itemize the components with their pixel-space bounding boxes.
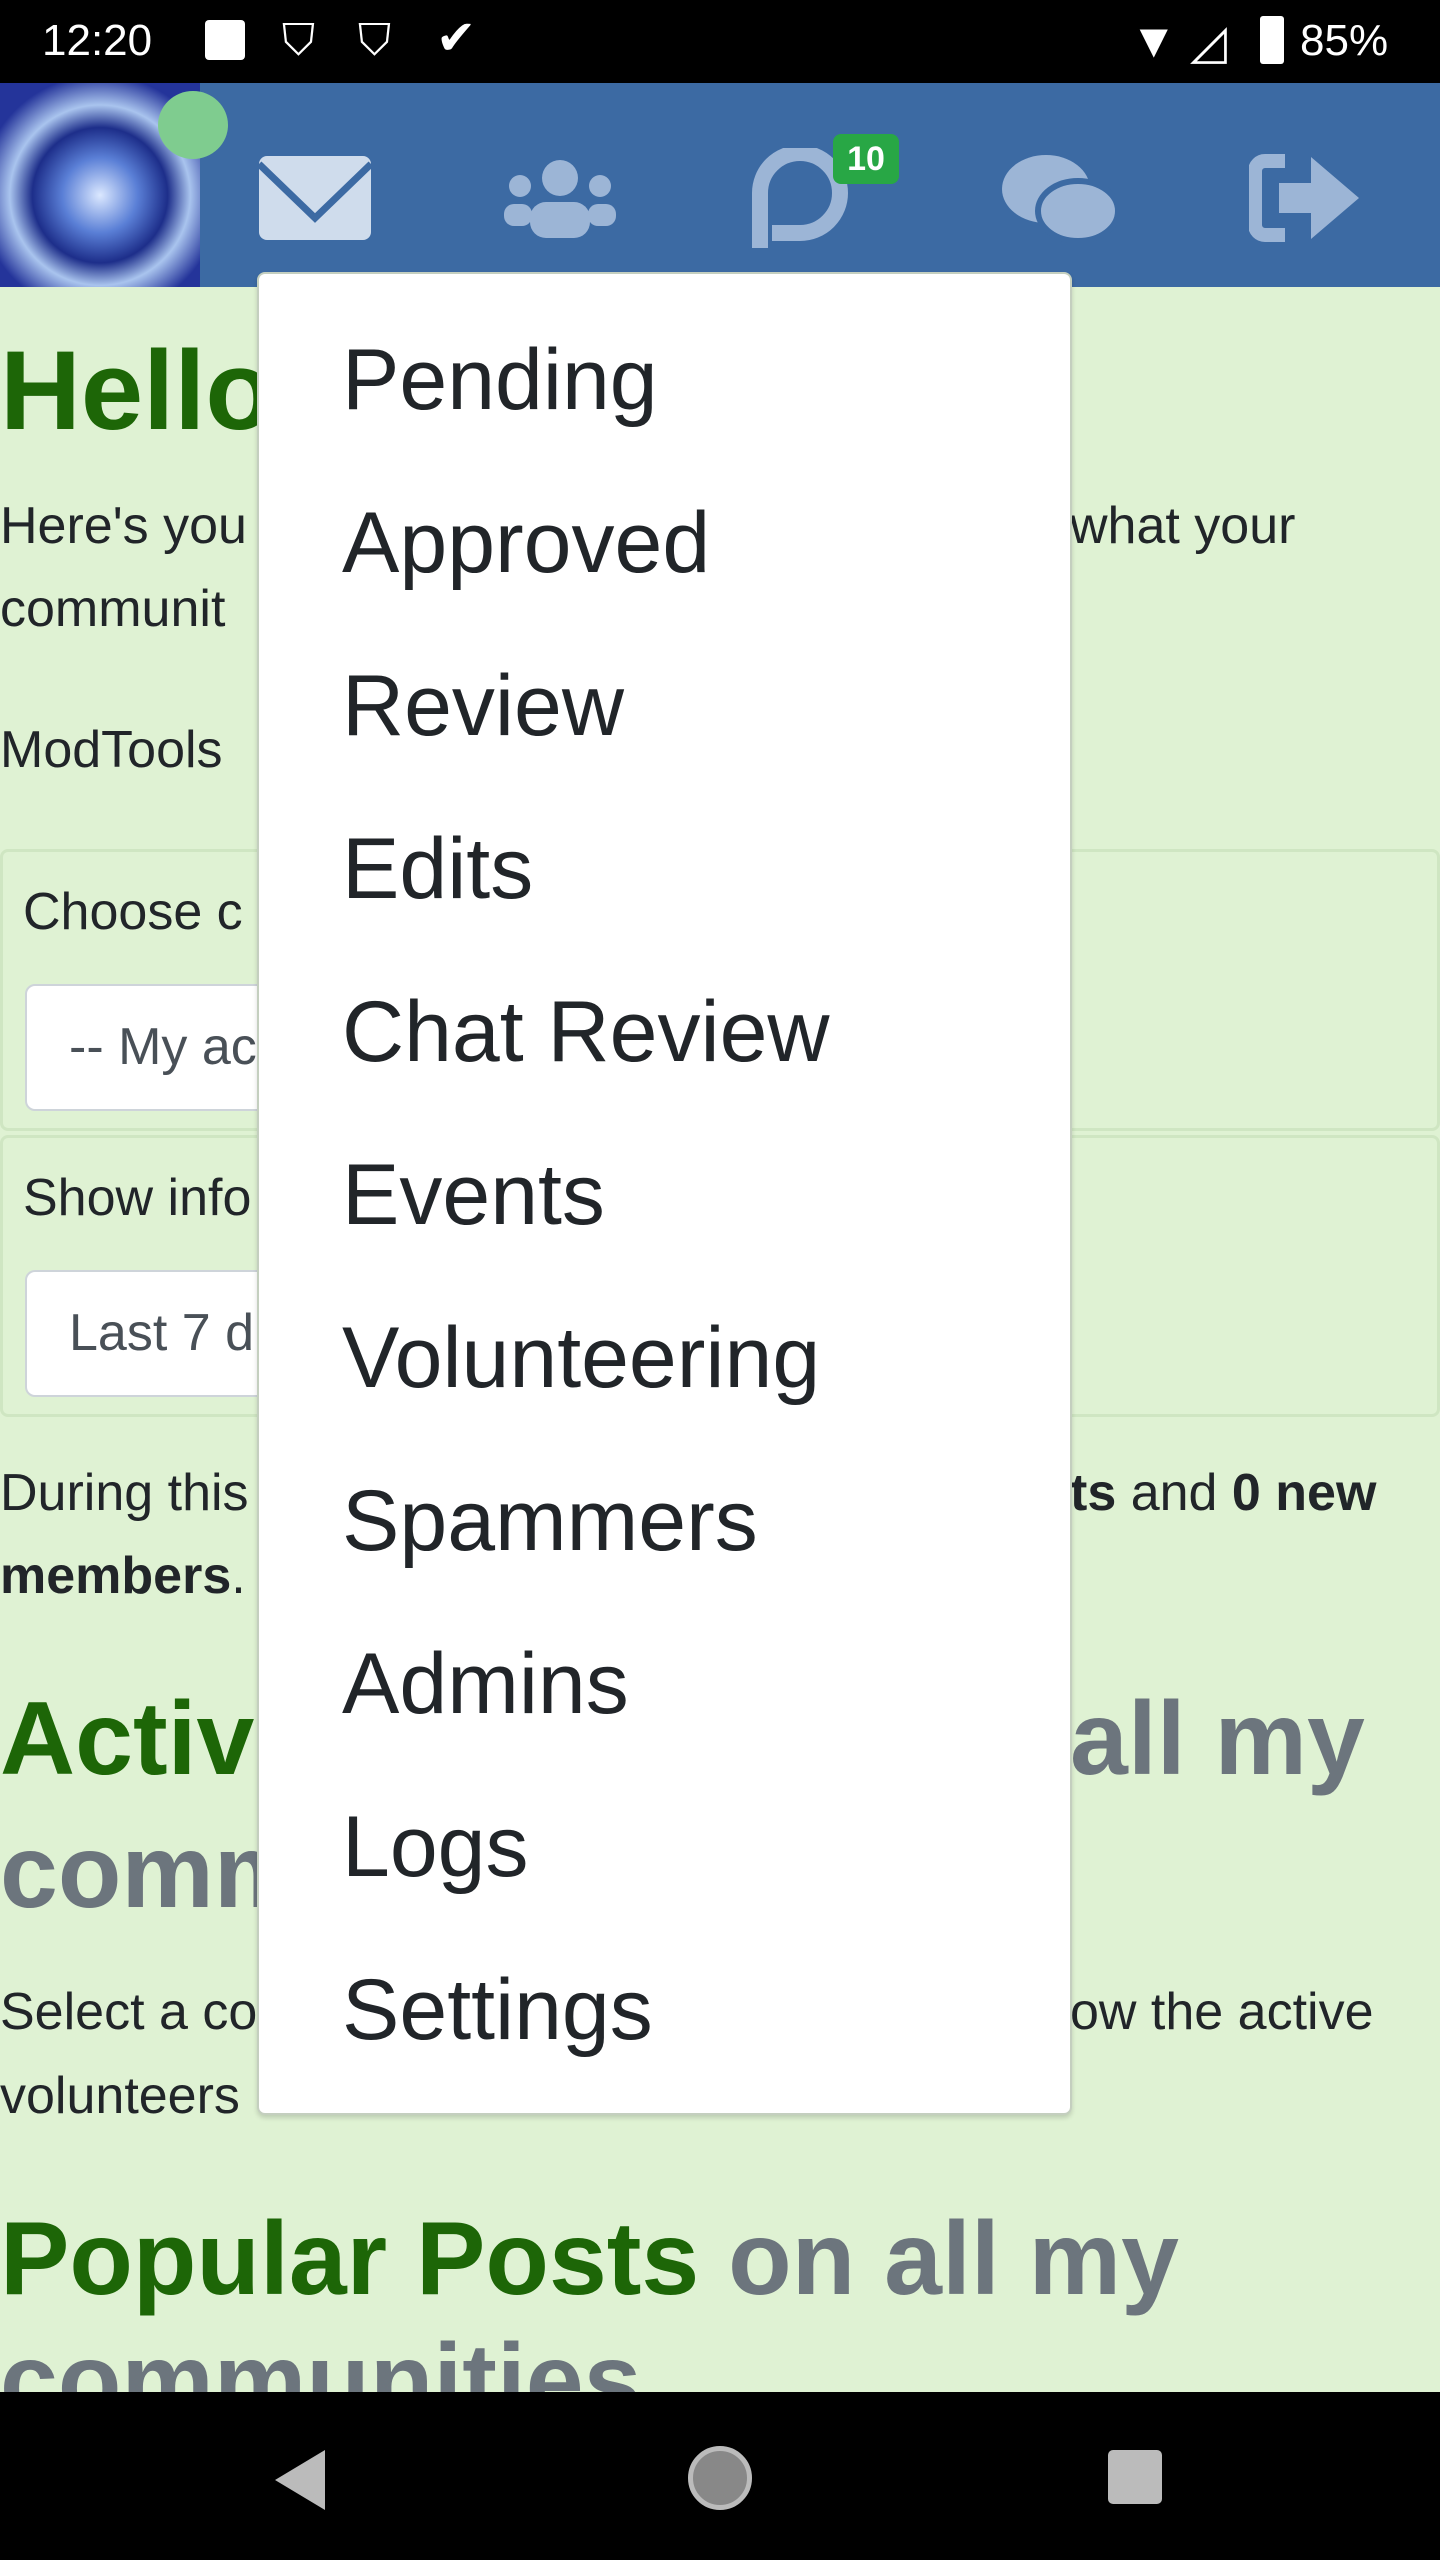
menu-item-approved[interactable]: Approved [342,462,710,625]
intro-text: what your [1070,497,1296,555]
battery-level: 85% [1300,16,1389,65]
active-volunteers-heading: Activ [0,1681,255,1797]
choose-community-label: Choose c [23,883,243,941]
intro-text: communit [0,580,226,638]
image-icon [205,20,245,60]
top-nav-bar: 10 [0,83,1440,287]
popular-posts-heading: Popular Posts on all my [0,2200,1179,2319]
battery-icon [1260,16,1284,64]
greeting-heading: Hello [0,328,274,453]
menu-item-admins[interactable]: Admins [342,1603,629,1766]
menu-item-settings[interactable]: Settings [342,1929,653,2092]
system-nav-bar [0,2392,1440,2560]
shield-alert-icon: ⛉ [358,16,391,65]
recents-icon[interactable] [1108,2450,1162,2504]
dropdown-menu: Pending Approved Review Edits Chat Revie… [257,272,1072,2115]
modtools-text: ModTools [0,721,223,779]
download-done-icon: ✔ [436,12,477,65]
menu-item-spammers[interactable]: Spammers [342,1440,758,1603]
menu-item-pending[interactable]: Pending [342,299,658,462]
back-icon[interactable] [275,2450,325,2510]
summary-and: and [1116,1464,1232,1522]
menu-item-logs[interactable]: Logs [342,1766,529,1929]
envelope-icon[interactable] [255,143,375,253]
clock: 12:20 [42,16,153,65]
show-info-label: Show info [23,1169,252,1227]
menu-item-chat-review[interactable]: Chat Review [342,951,830,1114]
summary-new-members: 0 new [1231,1464,1377,1522]
select-community-text: Select a co [0,1983,258,2041]
select-community-text: volunteers [0,2067,240,2125]
active-volunteers-heading: all my [1070,1681,1365,1797]
summary-members: members [0,1547,232,1605]
popular-posts-suffix: on all my [699,2201,1179,2317]
menu-item-events[interactable]: Events [342,1114,605,1277]
menu-item-edits[interactable]: Edits [342,788,533,951]
summary-text: ts and 0 new [1070,1463,1376,1523]
summary-bold: ts [1070,1464,1117,1522]
users-icon[interactable] [500,143,620,253]
chat-badge: 10 [833,134,899,184]
shield-alert-icon: ⛉ [282,16,315,65]
popular-posts-title: Popular Posts [0,2201,700,2317]
home-icon[interactable] [688,2446,752,2510]
summary-text: During this [0,1464,249,1522]
menu-item-volunteering[interactable]: Volunteering [342,1277,820,1440]
sign-out-icon[interactable] [1245,143,1365,253]
online-indicator [158,91,228,159]
summary-text: members. [0,1547,246,1605]
menu-item-review[interactable]: Review [342,625,624,788]
intro-text: Here's you [0,497,247,555]
status-bar: 12:20 ⛉ ⛉ ✔ ▼ ◿ 85% [0,0,1440,83]
comments-icon[interactable] [1000,143,1120,253]
select-community-text: ow the active [1070,1983,1374,2041]
wifi-icon: ▼ [1130,15,1178,68]
signal-off-icon: ◿ [1190,16,1227,69]
